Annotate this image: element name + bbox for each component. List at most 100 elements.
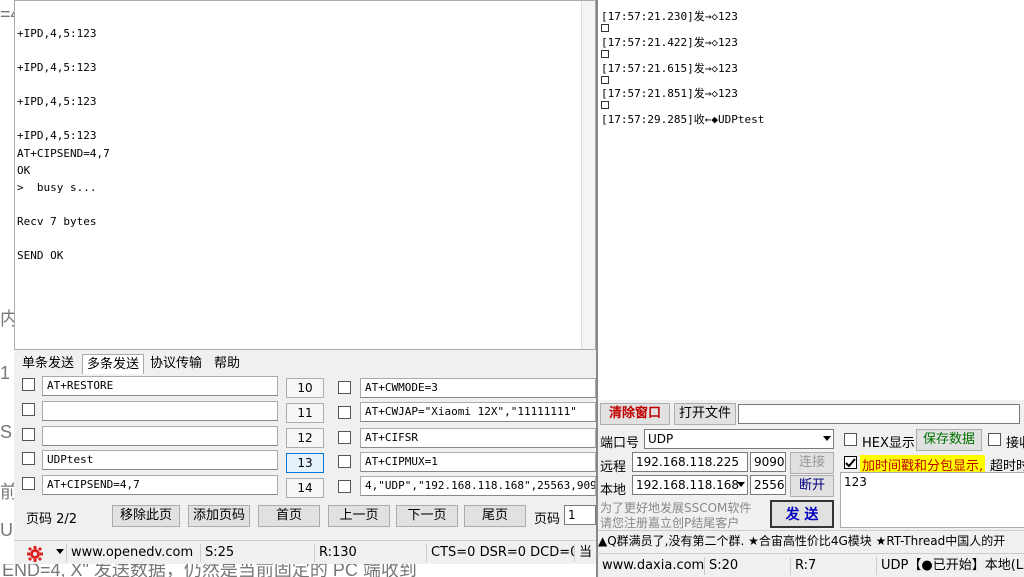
hex-display-checkbox[interactable] (844, 433, 857, 446)
connect-button[interactable]: 连接 (790, 452, 834, 474)
terminal-line: Recv 7 bytes (17, 215, 97, 228)
background-document: =4 内 1 S 前 U (0, 0, 14, 577)
placeholder-glyph (601, 50, 609, 58)
sent-count: S:20 (704, 557, 790, 575)
multi-send-input[interactable]: AT+CWMODE=3 (360, 378, 596, 398)
open-file-button[interactable]: 打开文件 (674, 403, 736, 425)
log-line: [17:57:21.230]发→◇123 (601, 10, 738, 23)
log-line: [17:57:29.285]收←◆UDPtest (601, 113, 765, 126)
doc-bottom-line: END=4, X" 发送数据，仍然是当前固定的 PC 端收到 (0, 564, 600, 577)
send-button[interactable]: 发 送 (770, 500, 834, 528)
row-checkbox[interactable] (22, 452, 35, 465)
website-link[interactable]: www.daxia.com (598, 557, 704, 575)
sscom-receive-log[interactable]: [17:57:21.230]发→◇123 [17:57:21.422]发→◇12… (596, 0, 1024, 400)
doc-fragment: S (0, 422, 13, 442)
remote-port-input[interactable]: 9090 (750, 452, 786, 472)
multi-send-input[interactable]: AT+CIPMUX=1 (360, 452, 596, 472)
remote-ip-input[interactable]: 192.168.118.225 (632, 452, 748, 472)
page-indicator: 页码 2/2 (26, 512, 78, 527)
receive-terminal[interactable]: +IPD,4,5:123 +IPD,4,5:123 +IPD,4,5:123 +… (14, 0, 596, 350)
add-page-button[interactable]: 添加页码 (188, 505, 250, 527)
multi-send-input[interactable]: AT+RESTORE (42, 376, 278, 396)
hex-display-label: HEX显示 (862, 436, 915, 451)
website-link[interactable]: www.openedv.com (66, 544, 198, 562)
log-line: [17:57:21.422]发→◇123 (601, 36, 738, 49)
remote-label: 远程 (600, 460, 627, 475)
tab-help[interactable]: 帮助 (210, 354, 244, 374)
row-checkbox[interactable] (338, 431, 351, 444)
status-bar: www.openedv.com S:25 R:130 CTS=0 DSR=0 D… (14, 540, 596, 564)
recv-count: R:130 (314, 544, 426, 562)
chevron-down-icon (823, 436, 831, 441)
tab-multi-send[interactable]: 多条发送 (82, 354, 145, 374)
row-checkbox[interactable] (22, 378, 35, 391)
log-line: [17:57:21.851]发→◇123 (601, 87, 738, 100)
send-row-button[interactable]: 11 (286, 403, 324, 423)
recv-to-file-checkbox[interactable] (988, 433, 1001, 446)
tab-single-send[interactable]: 单条发送 (18, 354, 78, 374)
terminal-scrollbar[interactable] (581, 1, 595, 349)
first-page-button[interactable]: 首页 (258, 505, 320, 527)
row-checkbox[interactable] (22, 403, 35, 416)
multi-send-input[interactable]: UDPtest (42, 450, 278, 470)
timestamp-checkbox[interactable] (844, 456, 857, 469)
placeholder-glyph (601, 24, 609, 32)
send-row-button[interactable]: 13 (286, 453, 324, 473)
last-page-button[interactable]: 尾页 (464, 505, 526, 527)
row-checkbox[interactable] (338, 406, 351, 419)
chevron-down-icon[interactable] (56, 549, 64, 554)
disconnect-button[interactable]: 断开 (790, 475, 834, 497)
send-row-button[interactable]: 14 (286, 478, 324, 498)
chevron-down-icon (737, 482, 745, 487)
connection-state: UDP【●已开始】本地(LA (876, 557, 1024, 575)
file-path-input[interactable] (738, 404, 1020, 424)
multi-send-input[interactable]: 4,"UDP","192.168.118.168",25563,9090 (360, 476, 596, 496)
doc-fragment: U (0, 520, 13, 540)
send-text-area[interactable]: 123 (840, 472, 1024, 528)
terminal-line: > busy s... (17, 181, 97, 194)
row-checkbox[interactable] (338, 381, 351, 394)
line-signals: CTS=0 DSR=0 DCD=0 (426, 544, 574, 562)
row-checkbox[interactable] (22, 477, 35, 490)
clear-window-button[interactable]: 清除窗口 (600, 403, 670, 425)
row-checkbox[interactable] (338, 455, 351, 468)
terminal-line: +IPD,4,5:123 (17, 129, 97, 142)
recv-count: R:7 (790, 557, 876, 575)
placeholder-glyph (601, 76, 609, 84)
news-ticker[interactable]: ▲Q群满员了,没有第二个群. ★合宙高性价比4G模块 ★RT-Thread中国人… (598, 530, 1024, 550)
terminal-line: OK (17, 164, 31, 177)
doc-fragment: 前 (0, 482, 14, 502)
placeholder-glyph (601, 101, 609, 109)
gear-icon[interactable] (26, 545, 44, 563)
remove-page-button[interactable]: 移除此页 (112, 505, 180, 527)
send-row-button[interactable]: 12 (286, 428, 324, 448)
page-number-input[interactable]: 1 (564, 505, 596, 525)
doc-fragment: 内 (0, 309, 14, 329)
promo-line[interactable]: 请您注册嘉立创P结尾客户 (600, 514, 739, 531)
multi-send-input[interactable]: AT+CIPSEND=4,7 (42, 475, 278, 495)
multi-send-input[interactable] (42, 401, 278, 421)
tab-protocol[interactable]: 协议传输 (146, 354, 206, 374)
doc-fragment: =4 (0, 4, 14, 24)
multi-send-input[interactable] (42, 426, 278, 446)
sscom-control-panel: 清除窗口 打开文件 端口号 UDP HEX显示 保存数据 接收 远程 192.1… (596, 400, 1024, 553)
row-checkbox[interactable] (22, 428, 35, 441)
local-port-input[interactable]: 25563 (750, 475, 786, 495)
status-cut-text: 当 (574, 544, 596, 562)
prev-page-button[interactable]: 上一页 (328, 505, 390, 527)
send-panel: 单条发送 多条发送 协议传输 帮助 AT+RESTORE 10 11 12 UD… (14, 350, 596, 564)
save-data-button[interactable]: 保存数据 (916, 429, 982, 451)
page-label: 页码 (534, 512, 561, 527)
multi-send-input[interactable]: AT+CIFSR (360, 428, 596, 448)
send-row-button[interactable]: 10 (286, 378, 324, 398)
doc-fragment: 1 (0, 363, 11, 383)
multi-send-input[interactable]: AT+CWJAP="Xiaomi 12X","11111111" (360, 402, 596, 422)
port-label: 端口号 (600, 436, 640, 451)
next-page-button[interactable]: 下一页 (396, 505, 458, 527)
row-checkbox[interactable] (338, 480, 351, 493)
terminal-line: SEND OK (17, 249, 64, 262)
port-select-value: UDP (648, 432, 674, 446)
local-ip-select[interactable]: 192.168.118.168 (632, 475, 748, 495)
port-select[interactable]: UDP (644, 429, 834, 449)
local-label: 本地 (600, 483, 627, 498)
